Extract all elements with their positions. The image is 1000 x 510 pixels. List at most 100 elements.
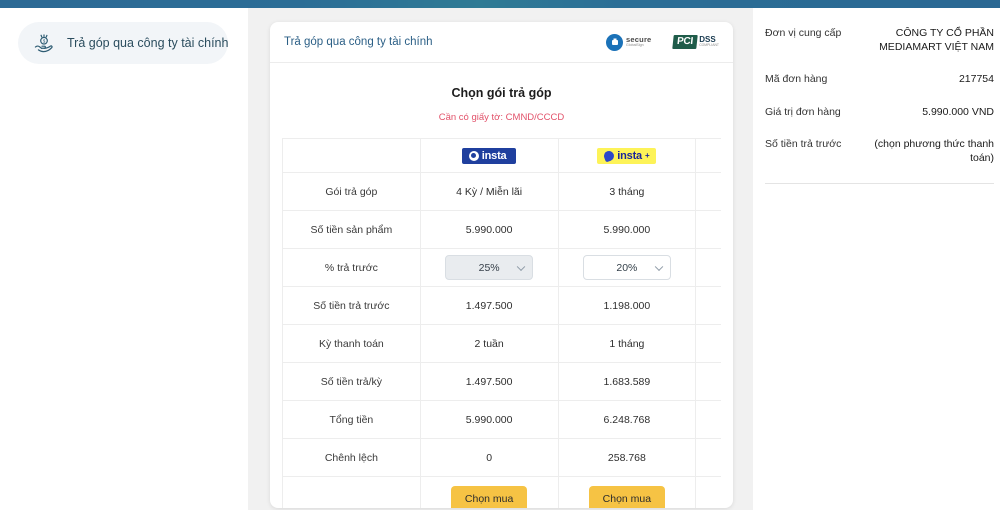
- plan-logo-cell-2: insta +: [557, 138, 697, 173]
- table-row-per-period: Số tiền trả/kỳ 1.497.500 1.683.589 884.9…: [282, 362, 721, 401]
- buy-cell-3: Chọn mua: [695, 476, 721, 508]
- row-label-prepay-amount: Số tiền trả trước: [282, 286, 421, 325]
- summary-value-prepay: (chọn phương thức thanh toán): [874, 137, 994, 164]
- summary-value-order-value: 5.990.000 VND: [922, 105, 994, 118]
- select-plan-button-1[interactable]: Chọn mua: [450, 485, 528, 508]
- prepay-percent-select-2[interactable]: 20%: [582, 255, 671, 280]
- pci-dss-sub: COMPLIANT: [699, 43, 719, 48]
- chevron-down-icon: [516, 262, 526, 271]
- summary-row-order-id: Mã đơn hàng 217754: [765, 72, 994, 86]
- plan-value-2: 3 tháng: [557, 172, 697, 211]
- table-row-prepay-amount: Số tiền trả trước 1.497.500 1.198.000 1.…: [282, 286, 721, 325]
- chevron-down-icon: [654, 262, 664, 271]
- row-label-difference: Chênh lệch: [282, 438, 421, 477]
- summary-key-order-value: Giá trị đơn hàng: [765, 105, 841, 118]
- summary-row-order-value: Giá trị đơn hàng 5.990.000 VND: [765, 105, 994, 119]
- document-requirement-note: Cần có giấy tờ: CMND/CCCD: [438, 112, 565, 123]
- table-row-plan: Gói trả góp 4 Kỳ / Miễn lãi 3 tháng 6 th…: [282, 172, 721, 211]
- page-root: $ Trả góp qua công ty tài chính Trả góp …: [0, 8, 1000, 510]
- insta-mark-icon: [468, 150, 479, 161]
- summary-value-supplier: CÔNG TY CỔ PHẦN MEDIAMART VIỆT NAM: [879, 27, 994, 54]
- summary-key-prepay: Số tiền trả trước: [765, 137, 842, 150]
- insta-logo-text-2: insta: [617, 149, 642, 162]
- hand-holding-money-icon: $: [32, 31, 56, 55]
- prepay-percent-cell-1: 25%: [419, 248, 559, 287]
- period-3: 1 tháng: [695, 324, 721, 363]
- prepay-percent-value-2: 20%: [616, 261, 638, 274]
- row-label-empty-top: [282, 138, 421, 173]
- plan-value-3: 6 tháng: [695, 172, 721, 211]
- insta-logo-1: insta: [461, 147, 517, 164]
- payment-method-installment[interactable]: $ Trả góp qua công ty tài chính: [18, 22, 228, 64]
- table-row-prepay-percent: % trả trước 25% 20%: [282, 248, 721, 287]
- prepay-percent-value-1: 25%: [478, 261, 500, 274]
- table-row-difference: Chênh lệch 0 258.768 517.536: [282, 438, 721, 477]
- pci-dss-badge: PCI DSS COMPLIANT: [672, 35, 719, 49]
- difference-2: 258.768: [557, 438, 697, 477]
- summary-row-supplier: Đơn vị cung cấp CÔNG TY CỔ PHẦN MEDIAMAR…: [765, 26, 994, 54]
- select-plan-button-2[interactable]: Chọn mua: [588, 485, 666, 508]
- payment-method-label: Trả góp qua công ty tài chính: [67, 36, 229, 50]
- product-amount-2: 5.990.000: [557, 210, 697, 249]
- table-row-period: Kỳ thanh toán 2 tuần 1 tháng 1 tháng: [282, 324, 721, 363]
- installment-card: Trả góp qua công ty tài chính secure Glo…: [270, 22, 733, 508]
- summary-key-order-id: Mã đơn hàng: [765, 73, 828, 86]
- pci-mark: PCI: [672, 35, 698, 49]
- card-header-title: Trả góp qua công ty tài chính: [284, 36, 433, 48]
- secure-badge-line2: GlobalSign: [626, 43, 644, 48]
- plan-logo-cell-1: insta: [419, 138, 559, 173]
- prepay-percent-cell-3: 20%: [695, 248, 721, 287]
- insta-logo-2: insta +: [597, 147, 657, 164]
- plan-logo-cell-3: insta: [695, 138, 721, 173]
- buy-cell-1: Chọn mua: [419, 476, 559, 508]
- trust-badges: secure GlobalSign PCI DSS COMPLIANT: [606, 33, 719, 51]
- card-header: Trả góp qua công ty tài chính secure Glo…: [270, 22, 733, 63]
- row-label-plan: Gói trả góp: [282, 172, 421, 211]
- prepay-percent-cell-2: 20%: [557, 248, 697, 287]
- prepay-amount-1: 1.497.500: [419, 286, 559, 325]
- svg-text:$: $: [43, 39, 46, 44]
- buy-cell-2: Chọn mua: [557, 476, 697, 508]
- brand-top-bar: [0, 0, 1000, 8]
- summary-value-order-id: 217754: [958, 73, 994, 86]
- prepay-amount-2: 1.198.000: [557, 286, 697, 325]
- insta-mark-icon: [602, 149, 616, 162]
- left-rail: $ Trả góp qua công ty tài chính: [0, 8, 248, 510]
- difference-1: 0: [419, 438, 559, 477]
- insta-logo-text-1: insta: [481, 149, 507, 162]
- summary-divider: [765, 183, 994, 185]
- total-1: 5.990.000: [419, 400, 559, 439]
- page-title: Chọn gói trả góp: [451, 86, 552, 100]
- card-body: Chọn gói trả góp Cần có giấy tờ: CMND/CC…: [270, 63, 733, 508]
- plan-value-1: 4 Kỳ / Miễn lãi: [419, 172, 559, 211]
- prepay-amount-3: 1.198.000: [695, 286, 721, 325]
- row-label-period: Kỳ thanh toán: [282, 324, 421, 363]
- table-row-actions: Chọn mua Chọn mua Chọn mua: [282, 476, 721, 508]
- total-3: 6.507.536: [695, 400, 721, 439]
- row-label-product-amount: Số tiền sản phẩm: [282, 210, 421, 249]
- table-row-total: Tổng tiền 5.990.000 6.248.768 6.507.536: [282, 400, 721, 439]
- product-amount-3: 5.990.000: [695, 210, 721, 249]
- summary-row-prepay: Số tiền trả trước (chọn phương thức than…: [765, 137, 994, 165]
- difference-3: 517.536: [695, 438, 721, 477]
- secure-badge: secure GlobalSign: [606, 33, 652, 51]
- per-period-2: 1.683.589: [557, 362, 697, 401]
- secure-badge-line1: secure: [626, 34, 652, 44]
- insta-logo-sup-2: +: [644, 151, 650, 160]
- prepay-percent-select-1[interactable]: 25%: [445, 255, 534, 280]
- period-1: 2 tuần: [419, 324, 559, 363]
- per-period-1: 1.497.500: [419, 362, 559, 401]
- total-2: 6.248.768: [557, 400, 697, 439]
- row-label-empty-bottom: [282, 476, 421, 508]
- summary-key-supplier: Đơn vị cung cấp: [765, 27, 842, 39]
- table-row-product-amount: Số tiền sản phẩm 5.990.000 5.990.000 5.9…: [282, 210, 721, 249]
- installment-plan-table: insta insta+ insta: [282, 138, 721, 508]
- order-summary-panel: Đơn vị cung cấp CÔNG TY CỔ PHẦN MEDIAMAR…: [753, 8, 1000, 510]
- row-label-per-period: Số tiền trả/kỳ: [282, 362, 421, 401]
- per-period-3: 884.923: [695, 362, 721, 401]
- row-label-prepay-percent: % trả trước: [282, 248, 421, 287]
- row-label-total: Tổng tiền: [282, 400, 421, 439]
- table-row-logos: insta insta+ insta: [282, 138, 721, 173]
- plan-table-scroll[interactable]: insta insta+ insta: [282, 138, 721, 508]
- period-2: 1 tháng: [557, 324, 697, 363]
